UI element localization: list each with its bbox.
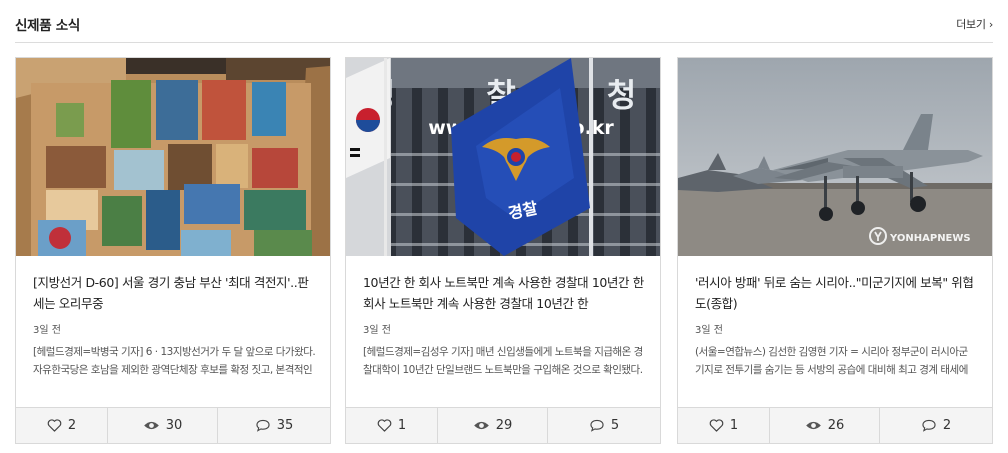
news-summary: (서울=연합뉴스) 김선한 김영현 기자 = 시리아 정부군이 러시아군 기지로…: [695, 346, 968, 376]
section-header: 신제품 소식 더보기 ›: [15, 0, 993, 43]
comment-button[interactable]: 35: [218, 408, 330, 443]
news-card[interactable]: YONHAPNEWS '러시아 방패' 뒤로 숨는 시리아.."미군기지에 보복…: [677, 57, 993, 444]
view-count-stat: 26: [770, 408, 880, 443]
eye-icon: [143, 421, 159, 430]
news-date: 3일 전: [33, 325, 61, 336]
news-card[interactable]: 경 찰 청 www.police.go.kr 경찰 10년간 한 회사 노트북만…: [345, 57, 661, 444]
like-button[interactable]: 1: [346, 408, 438, 443]
like-count: 1: [729, 418, 739, 433]
like-button[interactable]: 1: [678, 408, 770, 443]
comment-button[interactable]: 2: [880, 408, 992, 443]
card-stats: 1 26 2: [678, 407, 992, 443]
card-stats: 2 30 35: [16, 407, 330, 443]
comment-count: 2: [942, 418, 952, 433]
news-card[interactable]: [지방선거 D-60] 서울 경기 충남 부산 '최대 격전지'..판세는 오리…: [15, 57, 331, 444]
section-title: 신제품 소식: [15, 18, 80, 34]
comment-icon: [590, 419, 604, 432]
news-title[interactable]: 10년간 한 회사 노트북만 계속 사용한 경찰대 10년간 한 회사 노트북만…: [363, 272, 646, 314]
like-button[interactable]: 2: [16, 408, 108, 443]
watermark-text: YONHAPNEWS: [889, 233, 971, 244]
news-date: 3일 전: [363, 325, 391, 336]
news-summary: [헤럴드경제=박병국 기자] 6 · 13지방선거가 두 달 앞으로 다가왔다.…: [33, 346, 316, 376]
like-count: 1: [397, 418, 407, 433]
view-count: 29: [495, 418, 513, 433]
news-summary: [헤럴드경제=김성우 기자] 매년 신입생들에게 노트북을 지급해온 경찰대학이…: [363, 346, 643, 376]
view-count: 26: [827, 418, 845, 433]
view-count-stat: 30: [108, 408, 218, 443]
news-thumbnail-fighter-jet[interactable]: YONHAPNEWS: [678, 58, 992, 256]
comment-button[interactable]: 5: [548, 408, 660, 443]
news-title[interactable]: [지방선거 D-60] 서울 경기 충남 부산 '최대 격전지'..판세는 오리…: [33, 272, 316, 314]
like-count: 2: [67, 418, 77, 433]
heart-icon: [709, 419, 724, 432]
news-title[interactable]: '러시아 방패' 뒤로 숨는 시리아.."미군기지에 보복" 위협도(종합): [695, 272, 978, 314]
news-date: 3일 전: [695, 325, 723, 336]
news-thumbnail-police-building[interactable]: 경 찰 청 www.police.go.kr 경찰: [346, 58, 660, 256]
comment-count: 5: [610, 418, 620, 433]
comment-icon: [922, 419, 936, 432]
card-stats: 1 29 5: [346, 407, 660, 443]
news-thumbnail-postcards[interactable]: [16, 58, 330, 256]
eye-icon: [805, 421, 821, 430]
more-link[interactable]: 더보기 ›: [956, 16, 993, 32]
view-count: 30: [165, 418, 183, 433]
heart-icon: [377, 419, 392, 432]
view-count-stat: 29: [438, 408, 548, 443]
comment-count: 35: [276, 418, 294, 433]
comment-icon: [256, 419, 270, 432]
eye-icon: [473, 421, 489, 430]
heart-icon: [47, 419, 62, 432]
